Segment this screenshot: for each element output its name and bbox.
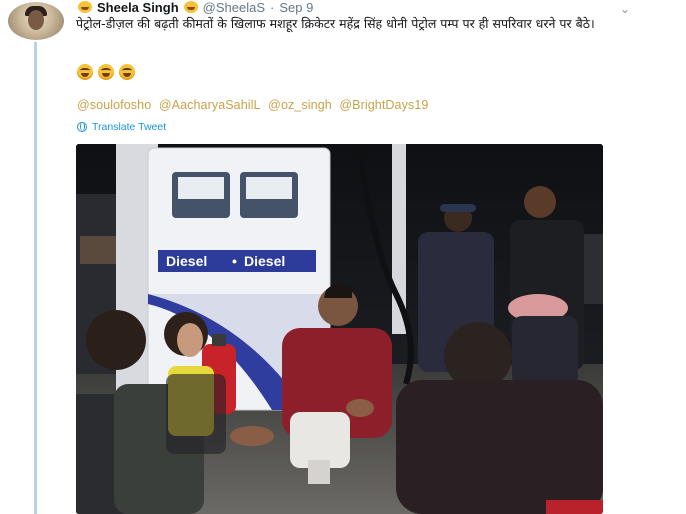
foreground-man-head — [444, 322, 512, 390]
foreground-man-body — [396, 380, 603, 514]
mentions: @soulofosho @AacharyaSahilL @oz_singh @B… — [77, 98, 432, 112]
diesel-sign-right: Diesel — [244, 253, 285, 269]
diesel-sign-dot: • — [232, 253, 237, 269]
header-separator: · — [270, 0, 275, 15]
white-pyjama — [290, 412, 350, 468]
grinning-face-icon — [98, 64, 114, 80]
translate-label: Translate Tweet — [92, 121, 167, 133]
tweet-photo[interactable]: Diesel • Diesel — [76, 144, 603, 514]
grinning-face-icon — [183, 1, 198, 13]
mention-link[interactable]: @AacharyaSahilL — [159, 98, 261, 112]
author-name[interactable]: Sheela Singh — [97, 0, 179, 15]
guard-head-right — [524, 186, 556, 218]
author-avatar[interactable] — [8, 2, 64, 40]
pump-screen-right — [246, 177, 292, 199]
mention-link[interactable]: @oz_singh — [268, 98, 332, 112]
left-sign — [80, 236, 120, 264]
hands-center — [346, 399, 374, 417]
grinning-face-icon — [119, 64, 135, 80]
pump-screen-left — [178, 177, 224, 199]
chevron-down-icon[interactable]: ⌄ — [620, 2, 630, 16]
red-object — [546, 500, 603, 514]
woman-face — [177, 323, 203, 357]
grinning-face-icon — [78, 1, 92, 13]
translate-tweet-button[interactable]: Translate Tweet — [77, 121, 166, 133]
hands-left — [230, 426, 274, 446]
grinning-face-icon — [77, 64, 93, 80]
tweet-date[interactable]: Sep 9 — [279, 0, 313, 15]
mention-link[interactable]: @soulofosho — [77, 98, 151, 112]
photo-scene: Diesel • Diesel — [76, 144, 603, 514]
thread-line — [34, 42, 37, 514]
diesel-sign-left: Diesel — [166, 253, 207, 269]
guard-far-right — [584, 234, 603, 304]
woman-jacket — [166, 374, 226, 454]
mention-link[interactable]: @BrightDays19 — [339, 98, 428, 112]
seated-person-left-head — [86, 310, 146, 370]
author-handle[interactable]: @SheelaS — [203, 0, 265, 15]
extinguisher-valve — [212, 334, 226, 346]
guard-cap — [440, 204, 476, 212]
tweet-header: Sheela Singh @SheelaS · Sep 9 — [78, 0, 313, 15]
tweet-card[interactable]: Sheela Singh @SheelaS · Sep 9 ⌄ पेट्रोल-… — [0, 0, 686, 514]
tweet-text: पेट्रोल-डीज़ल की बढ़ती कीमतों के खिलाफ म… — [76, 16, 595, 31]
turban-person-body — [512, 316, 578, 386]
globe-icon — [77, 122, 87, 132]
white-pyjama-leg — [308, 460, 330, 484]
emoji-row — [77, 64, 135, 80]
avatar-face — [28, 10, 44, 30]
